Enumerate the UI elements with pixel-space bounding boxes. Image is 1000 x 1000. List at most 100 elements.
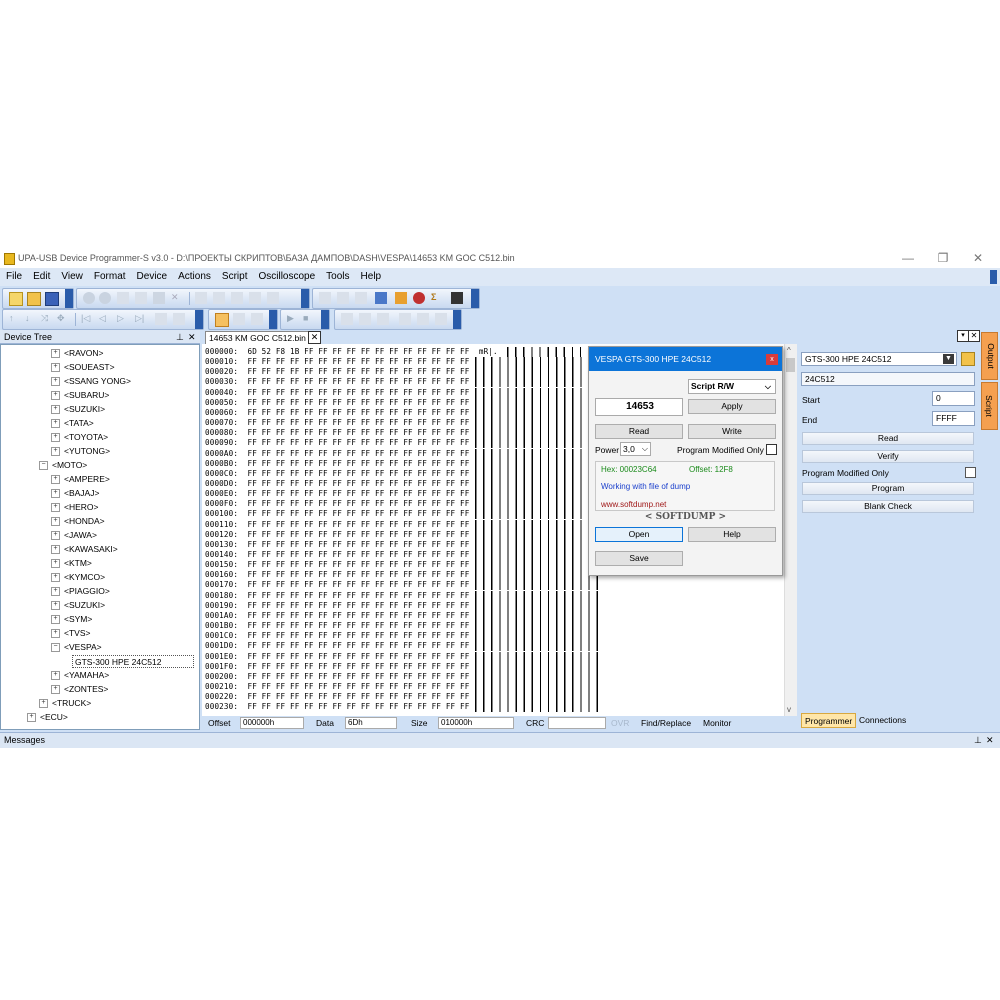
website-link[interactable]: www.softdump.net bbox=[601, 500, 666, 509]
expand-icon[interactable]: + bbox=[51, 489, 60, 499]
hex-row[interactable]: 0001C0: FF FF FF FF FF FF FF FF FF FF FF… bbox=[205, 631, 469, 641]
verify-button[interactable]: Verify bbox=[802, 450, 974, 463]
restore-button[interactable]: ❐ bbox=[932, 250, 954, 266]
tree-node-kawasaki[interactable]: + <KAWASAKI> bbox=[51, 543, 118, 556]
apply-button[interactable]: Apply bbox=[688, 399, 776, 414]
hex-row[interactable]: 0000A0: FF FF FF FF FF FF FF FF FF FF FF… bbox=[205, 449, 469, 459]
help-button[interactable]: Help bbox=[688, 527, 776, 542]
select-cursor-icon[interactable] bbox=[215, 313, 229, 327]
hex-row[interactable]: 000170: FF FF FF FF FF FF FF FF FF FF FF… bbox=[205, 580, 469, 590]
hex-row[interactable]: 0001A0: FF FF FF FF FF FF FF FF FF FF FF… bbox=[205, 611, 469, 621]
dialog-write-button[interactable]: Write bbox=[688, 424, 776, 439]
hex-row[interactable]: 000030: FF FF FF FF FF FF FF FF FF FF FF… bbox=[205, 377, 469, 387]
find-replace-link[interactable]: Find/Replace bbox=[641, 717, 691, 729]
menu-script[interactable]: Script bbox=[216, 268, 253, 282]
open-button[interactable]: Open bbox=[595, 527, 683, 542]
cut-icon[interactable] bbox=[117, 292, 129, 304]
hex-vertical-scrollbar[interactable]: ^ v bbox=[784, 344, 797, 716]
tree-node-tvs[interactable]: + <TVS> bbox=[51, 627, 90, 640]
toolbar-run-dropdown[interactable] bbox=[321, 310, 329, 329]
expand-icon[interactable]: + bbox=[51, 531, 60, 541]
expand-icon[interactable]: + bbox=[51, 671, 60, 681]
bookmark-icon[interactable] bbox=[173, 313, 185, 325]
start-field[interactable]: 0 bbox=[932, 391, 975, 406]
expand-icon[interactable]: + bbox=[51, 587, 60, 597]
expand-icon[interactable]: + bbox=[51, 475, 60, 485]
menu-overflow-grip[interactable] bbox=[990, 270, 997, 284]
tree-node-soueast[interactable]: + <SOUEAST> bbox=[51, 361, 115, 374]
expand-icon[interactable]: + bbox=[51, 545, 60, 555]
hex-row[interactable]: 0000F0: FF FF FF FF FF FF FF FF FF FF FF… bbox=[205, 499, 469, 509]
offset-field[interactable]: 000000h bbox=[240, 717, 304, 729]
expand-icon[interactable]: + bbox=[51, 447, 60, 457]
scroll-thumb[interactable] bbox=[786, 358, 795, 372]
hex-row[interactable]: 000180: FF FF FF FF FF FF FF FF FF FF FF… bbox=[205, 591, 469, 601]
data-field[interactable]: 6Dh bbox=[345, 717, 397, 729]
expand-icon[interactable]: + bbox=[51, 419, 60, 429]
hex-row[interactable]: 000060: FF FF FF FF FF FF FF FF FF FF FF… bbox=[205, 408, 469, 418]
move-icon[interactable]: ✥ bbox=[57, 313, 69, 325]
tree-node-truck[interactable]: + <TRUCK> bbox=[39, 697, 91, 710]
toolbar-view-dropdown[interactable] bbox=[453, 310, 461, 329]
hex-row[interactable]: 000080: FF FF FF FF FF FF FF FF FF FF FF… bbox=[205, 428, 469, 438]
hex-row[interactable]: 000000: 6D 52 F8 1B FF FF FF FF FF FF FF… bbox=[205, 347, 498, 357]
tree-node-bajaj[interactable]: + <BAJAJ> bbox=[51, 487, 99, 500]
document-icon[interactable] bbox=[231, 292, 243, 304]
hex-row[interactable]: 000210: FF FF FF FF FF FF FF FF FF FF FF… bbox=[205, 682, 469, 692]
sigma-icon[interactable]: Σ bbox=[431, 292, 443, 304]
close-pane-icon[interactable]: ✕ bbox=[188, 330, 196, 344]
hex-row[interactable]: 000120: FF FF FF FF FF FF FF FF FF FF FF… bbox=[205, 530, 469, 540]
chip-read-icon[interactable] bbox=[319, 292, 331, 304]
align-left-icon[interactable] bbox=[399, 313, 411, 325]
hex-row[interactable]: 0000E0: FF FF FF FF FF FF FF FF FF FF FF… bbox=[205, 489, 469, 499]
hex-row[interactable]: 0001D0: FF FF FF FF FF FF FF FF FF FF FF… bbox=[205, 641, 469, 651]
tree-node-yutong[interactable]: + <YUTONG> bbox=[51, 445, 110, 458]
tree-node-suzuki-moto[interactable]: + <SUZUKI> bbox=[51, 599, 105, 612]
dialog-close-button[interactable]: x bbox=[766, 354, 778, 365]
menu-file[interactable]: File bbox=[0, 268, 27, 282]
dialog-read-button[interactable]: Read bbox=[595, 424, 683, 439]
expand-icon[interactable]: + bbox=[51, 629, 60, 639]
hex-row[interactable]: 000020: FF FF FF FF FF FF FF FF FF FF FF… bbox=[205, 367, 469, 377]
side-tab-script[interactable]: Script bbox=[981, 382, 998, 430]
blank-check-button[interactable]: Blank Check bbox=[802, 500, 974, 513]
chip-write-icon[interactable] bbox=[337, 292, 349, 304]
compare-icon[interactable] bbox=[249, 292, 261, 304]
hex-row[interactable]: 000160: FF FF FF FF FF FF FF FF FF FF FF… bbox=[205, 570, 469, 580]
hex-row[interactable]: 000190: FF FF FF FF FF FF FF FF FF FF FF… bbox=[205, 601, 469, 611]
toolbar-select-dropdown[interactable] bbox=[269, 310, 277, 329]
tree-node-vespa[interactable]: − <VESPA> bbox=[51, 641, 102, 654]
tree-node-zontes[interactable]: + <ZONTES> bbox=[51, 683, 108, 696]
tree-node-yamaha[interactable]: + <YAMAHA> bbox=[51, 669, 109, 682]
redo-icon[interactable] bbox=[99, 292, 111, 304]
expand-icon[interactable]: + bbox=[51, 377, 60, 387]
tree-node-sym[interactable]: + <SYM> bbox=[51, 613, 92, 626]
scroll-up-icon[interactable]: ^ bbox=[787, 346, 791, 355]
hex-row[interactable]: 000050: FF FF FF FF FF FF FF FF FF FF FF… bbox=[205, 398, 469, 408]
arrow-up-icon[interactable]: ↑ bbox=[9, 313, 21, 325]
toolbar-edit-dropdown[interactable] bbox=[301, 289, 309, 308]
hex-row[interactable]: 000040: FF FF FF FF FF FF FF FF FF FF FF… bbox=[205, 388, 469, 398]
hex-row[interactable]: 000150: FF FF FF FF FF FF FF FF FF FF FF… bbox=[205, 560, 469, 570]
delete-icon[interactable]: ✕ bbox=[171, 292, 183, 304]
next-icon[interactable]: ▷ bbox=[117, 313, 129, 325]
panel-close-icon[interactable]: ✕ bbox=[968, 330, 980, 342]
paste-icon[interactable] bbox=[153, 292, 165, 304]
expand-icon[interactable]: + bbox=[51, 503, 60, 513]
save-button[interactable]: Save bbox=[595, 551, 683, 566]
tree-node-honda[interactable]: + <HONDA> bbox=[51, 515, 105, 528]
messages-pane[interactable]: Messages ⊥ ✕ bbox=[0, 732, 1000, 748]
hex-row[interactable]: 000200: FF FF FF FF FF FF FF FF FF FF FF… bbox=[205, 672, 469, 682]
tree-node-kymco[interactable]: + <KYMCO> bbox=[51, 571, 105, 584]
stop-icon[interactable]: ■ bbox=[303, 313, 315, 325]
view-bin-icon[interactable] bbox=[359, 313, 371, 325]
tree-node-jawa[interactable]: + <JAWA> bbox=[51, 529, 97, 542]
hex-row[interactable]: 000230: FF FF FF FF FF FF FF FF FF FF FF… bbox=[205, 702, 469, 712]
expand-icon[interactable]: + bbox=[51, 601, 60, 611]
hex-row[interactable]: 0000C0: FF FF FF FF FF FF FF FF FF FF FF… bbox=[205, 469, 469, 479]
arrow-down-icon[interactable]: ↓ bbox=[25, 313, 37, 325]
program-modified-checkbox[interactable] bbox=[965, 467, 976, 478]
hex-row[interactable]: 000110: FF FF FF FF FF FF FF FF FF FF FF… bbox=[205, 520, 469, 530]
tree-node-gts300-selected[interactable]: GTS-300 HPE 24C512 bbox=[72, 655, 194, 668]
pin-icon[interactable]: ⊥ bbox=[974, 733, 982, 748]
